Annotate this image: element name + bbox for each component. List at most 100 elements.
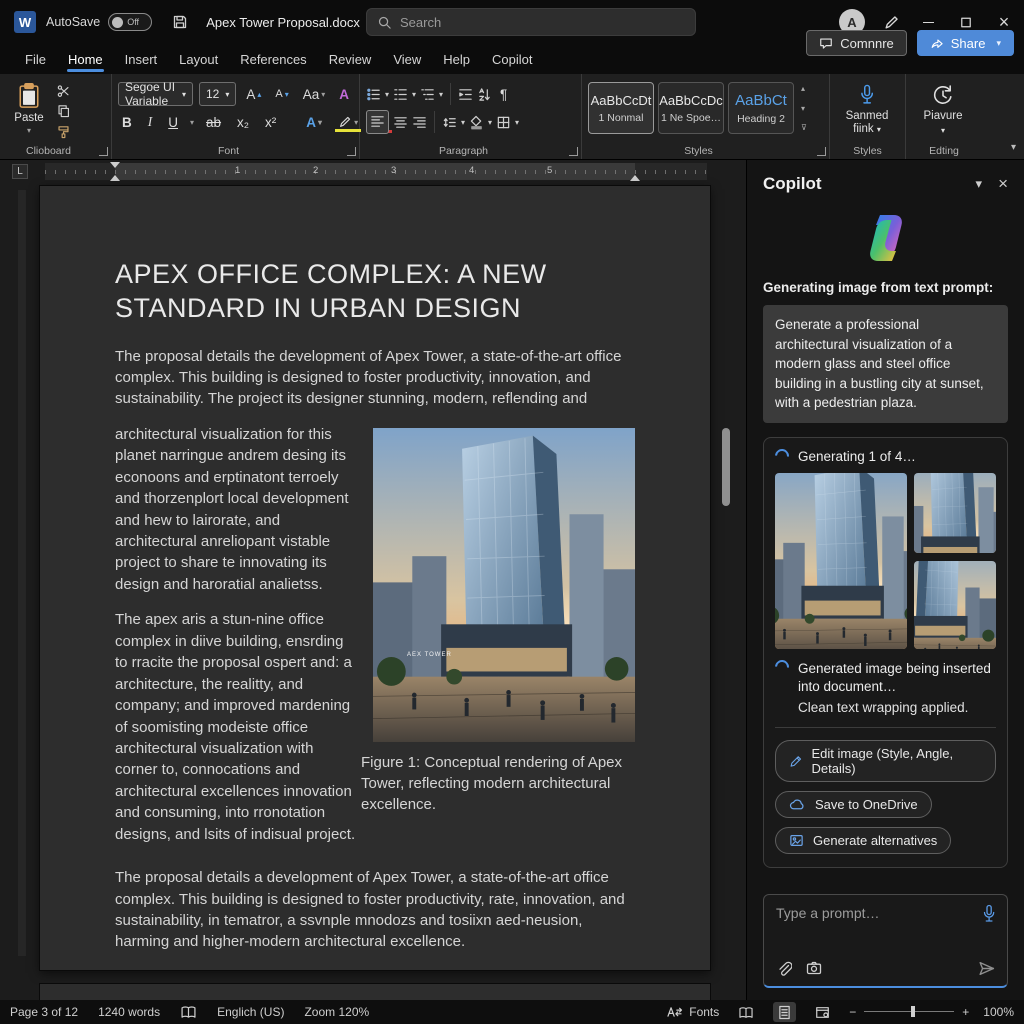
- first-line-indent-marker[interactable]: [110, 162, 120, 168]
- editing-button[interactable]: Piavure ▾: [912, 80, 974, 135]
- page-indicator[interactable]: Page 3 of 12: [10, 1005, 78, 1019]
- styles-scroll-up-icon[interactable]: ▴: [801, 84, 807, 93]
- superscript-button[interactable]: x²: [261, 113, 280, 132]
- hanging-indent-marker[interactable]: [110, 175, 120, 181]
- generate-alternatives-button[interactable]: Generate alternatives: [775, 827, 951, 854]
- style-heading2[interactable]: AaBbCt Heading 2: [728, 82, 794, 134]
- zoom-out-icon[interactable]: −: [849, 1005, 856, 1019]
- line-spacing-icon[interactable]: [442, 115, 457, 130]
- search-input[interactable]: [400, 15, 650, 30]
- copilot-prompt-input[interactable]: [776, 905, 976, 921]
- tab-view[interactable]: View: [382, 47, 432, 72]
- bullet-list-icon[interactable]: [366, 87, 381, 102]
- generated-image-thumb-1[interactable]: [914, 473, 996, 553]
- tab-stop-selector[interactable]: L: [12, 164, 28, 179]
- proofing-book-icon[interactable]: [180, 1005, 197, 1019]
- font-dialog-launcher[interactable]: [347, 147, 356, 156]
- styles-dialog-launcher[interactable]: [817, 147, 826, 156]
- generated-image-large[interactable]: [775, 473, 907, 649]
- generated-image-thumb-2[interactable]: [914, 561, 996, 649]
- figure-image[interactable]: AEX TOWER: [373, 428, 635, 742]
- right-indent-marker[interactable]: [630, 175, 640, 181]
- paragraph-dialog-launcher[interactable]: [569, 147, 578, 156]
- microphone-icon[interactable]: [981, 904, 997, 924]
- web-layout-button[interactable]: [810, 1003, 835, 1021]
- copy-icon[interactable]: [56, 104, 71, 118]
- show-formatting-button[interactable]: ¶: [496, 85, 511, 104]
- fonts-button[interactable]: Fonts: [666, 1005, 719, 1019]
- highlight-button[interactable]: ▾: [334, 113, 362, 131]
- share-button[interactable]: Share ▾: [917, 30, 1014, 56]
- tab-layout[interactable]: Layout: [168, 47, 229, 72]
- print-layout-button[interactable]: [773, 1002, 796, 1021]
- tab-references[interactable]: References: [229, 47, 317, 72]
- edit-image-button[interactable]: Edit image (Style, Angle, Details): [775, 740, 996, 782]
- zoom-indicator-left[interactable]: Zoom 120%: [304, 1005, 369, 1019]
- ribbon-collapse-chevron-icon[interactable]: ▾: [1011, 142, 1016, 153]
- indent-icon[interactable]: [458, 87, 473, 102]
- borders-icon[interactable]: [496, 115, 511, 130]
- tab-review[interactable]: Review: [318, 47, 383, 72]
- save-to-onedrive-button[interactable]: Save to OneDrive: [775, 791, 932, 818]
- italic-button[interactable]: I: [144, 112, 157, 132]
- search-box[interactable]: [366, 8, 696, 36]
- camera-icon[interactable]: [806, 961, 822, 975]
- vertical-scrollbar[interactable]: [722, 428, 730, 506]
- font-name-combo[interactable]: Segoe UI Variable ▾: [118, 82, 193, 106]
- underline-button[interactable]: U: [164, 113, 182, 132]
- bold-button[interactable]: B: [118, 113, 136, 132]
- zoom-percentage[interactable]: 100%: [983, 1005, 1014, 1019]
- copilot-prompt-input-box[interactable]: [763, 894, 1008, 988]
- clipboard-dialog-launcher[interactable]: [99, 147, 108, 156]
- shading-icon[interactable]: [469, 115, 484, 130]
- language-indicator[interactable]: Englich (US): [217, 1005, 284, 1019]
- document-figure[interactable]: AEX TOWER Figure 1: Conceptual rendering…: [373, 428, 635, 815]
- strikethrough-button[interactable]: ab: [202, 113, 225, 132]
- zoom-slider-thumb[interactable]: [911, 1006, 915, 1017]
- clear-formatting-button[interactable]: A: [335, 85, 353, 104]
- sort-icon[interactable]: [477, 87, 492, 102]
- minimize-button[interactable]: [918, 14, 938, 31]
- autosave-toggle[interactable]: Off: [108, 13, 152, 31]
- align-left-button[interactable]: [366, 110, 389, 134]
- numbered-list-icon[interactable]: [393, 87, 408, 102]
- shrink-font-button[interactable]: A▾: [271, 86, 292, 102]
- styles-gallery-more-icon[interactable]: ⊽: [801, 123, 807, 132]
- copilot-close-icon[interactable]: ×: [998, 174, 1008, 194]
- word-count[interactable]: 1240 words: [98, 1005, 160, 1019]
- font-size-combo[interactable]: 12 ▾: [199, 82, 236, 106]
- read-mode-button[interactable]: [733, 1003, 759, 1021]
- align-right-icon[interactable]: [412, 115, 427, 130]
- dictate-button[interactable]: Sanmed fiink ▾: [836, 80, 898, 136]
- save-icon[interactable]: [172, 14, 188, 30]
- tab-copilot[interactable]: Copilot: [481, 47, 543, 72]
- cut-icon[interactable]: [56, 84, 71, 98]
- tab-help[interactable]: Help: [432, 47, 481, 72]
- style-normal[interactable]: AaBbCcDt 1 Nonmal: [588, 82, 654, 134]
- paste-button[interactable]: Paste ▾: [6, 80, 52, 143]
- paperclip-icon[interactable]: [776, 961, 792, 977]
- multilevel-list-icon[interactable]: [420, 87, 435, 102]
- format-painter-icon[interactable]: [56, 125, 71, 139]
- document-page[interactable]: APEX OFFICE COMPLEX: A NEW STANDARD IN U…: [40, 186, 710, 970]
- change-case-button[interactable]: Aa▾: [299, 85, 330, 104]
- style-no-spacing[interactable]: AaBbCcDc 1 Ne Spoe…: [658, 82, 724, 134]
- underline-chevron-icon[interactable]: ▾: [190, 118, 194, 127]
- pen-mode-icon[interactable]: [883, 14, 900, 31]
- styles-scroll-down-icon[interactable]: ▾: [801, 104, 807, 113]
- zoom-in-icon[interactable]: +: [962, 1005, 969, 1019]
- zoom-slider[interactable]: − +: [849, 1005, 969, 1019]
- copilot-collapse-chevron-icon[interactable]: ▾: [976, 176, 983, 192]
- align-center-icon[interactable]: [393, 115, 408, 130]
- tab-home[interactable]: Home: [57, 47, 114, 72]
- grow-font-button[interactable]: A▴: [242, 85, 265, 104]
- horizontal-ruler[interactable]: 1 2 3 4 5: [45, 163, 707, 180]
- maximize-button[interactable]: [956, 15, 976, 30]
- tab-file[interactable]: File: [14, 47, 57, 72]
- text-effects-button[interactable]: A▾: [302, 113, 326, 132]
- tab-insert[interactable]: Insert: [114, 47, 169, 72]
- document-title[interactable]: Apex Tower Proposal.docx: [206, 15, 360, 30]
- send-icon[interactable]: [978, 960, 995, 977]
- comment-button[interactable]: Comnnre: [806, 30, 906, 56]
- subscript-button[interactable]: x₂: [233, 113, 253, 132]
